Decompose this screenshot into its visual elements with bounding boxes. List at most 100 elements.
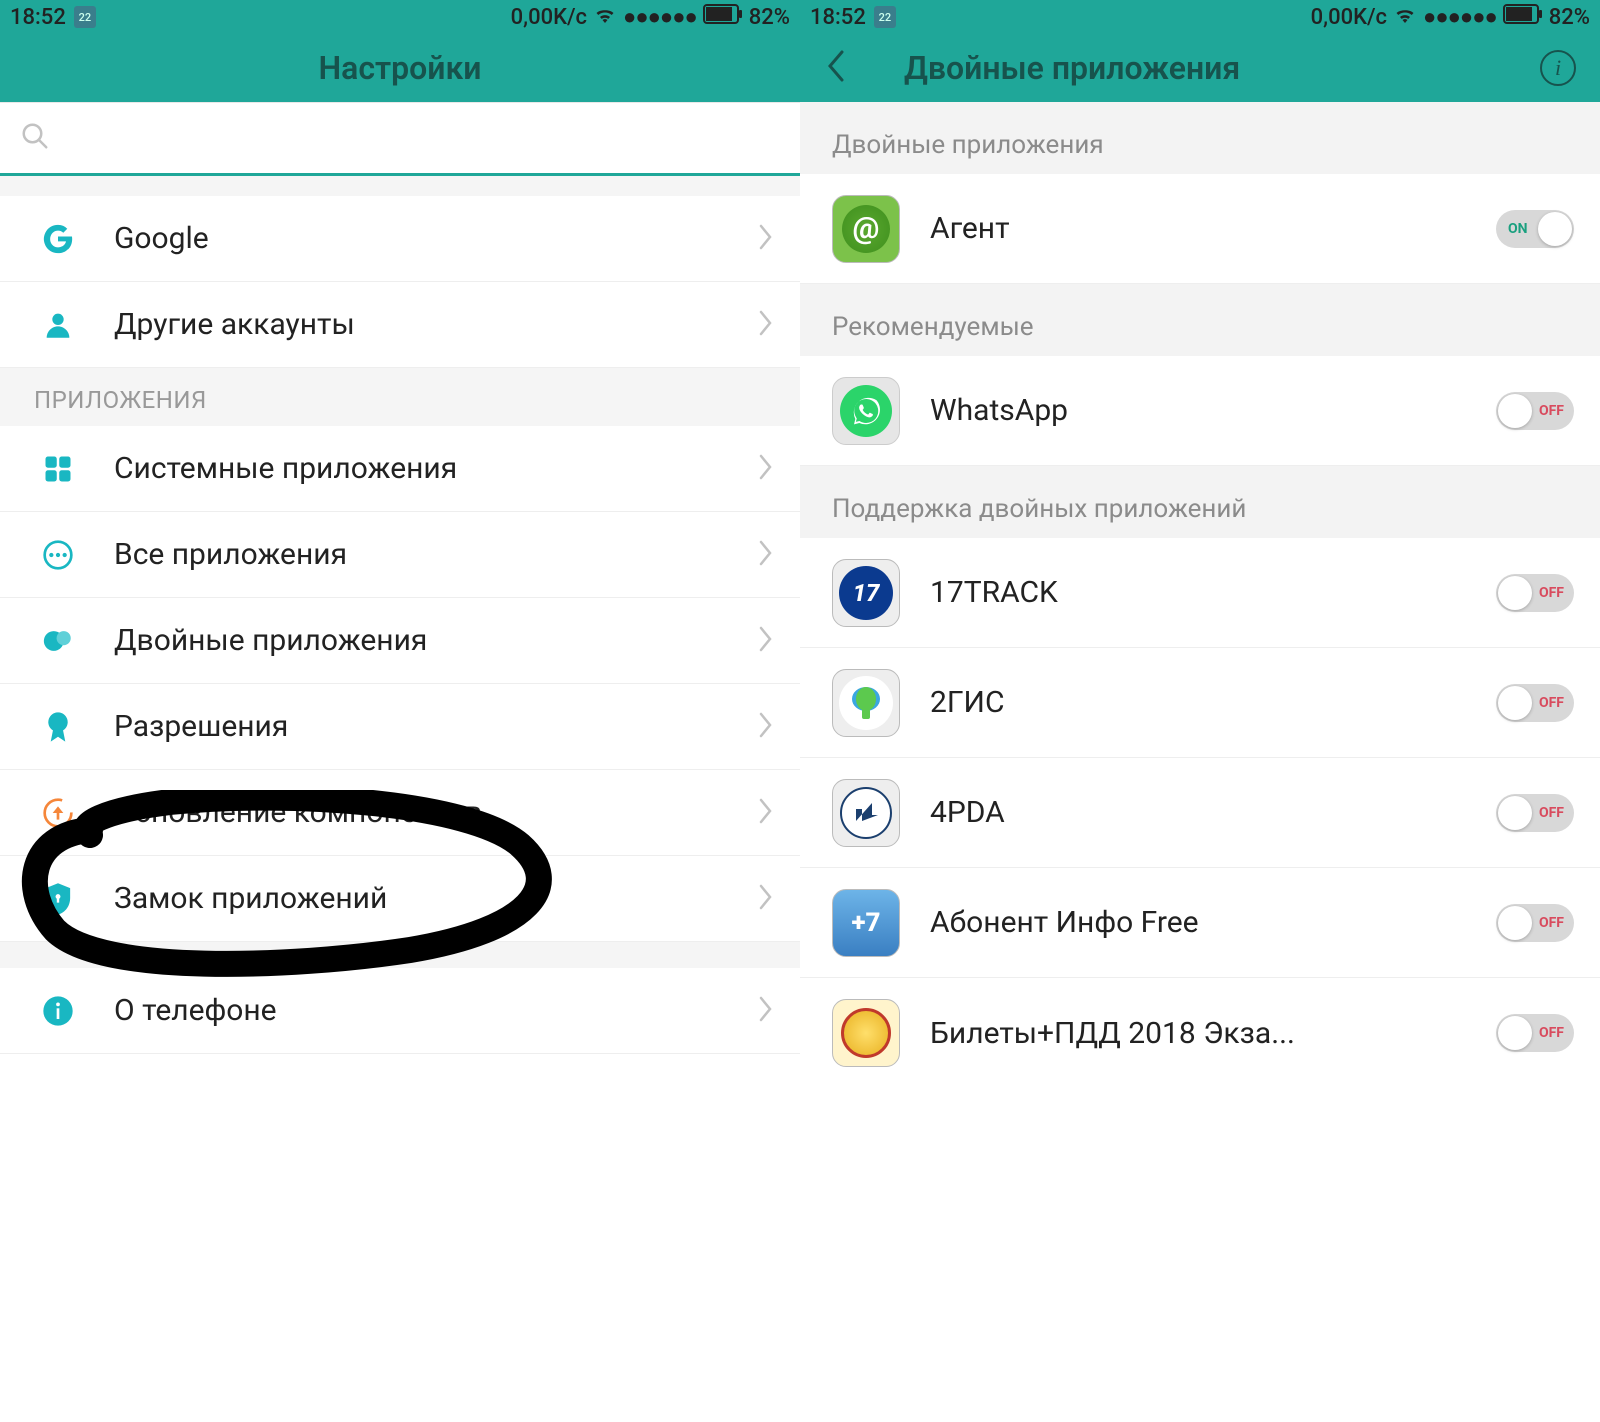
shield-lock-icon	[36, 877, 80, 921]
toggle-knob	[1538, 212, 1572, 246]
calendar-icon: 22	[74, 6, 96, 28]
google-icon	[36, 217, 80, 261]
whatsapp-app-icon	[832, 377, 900, 445]
chevron-right-icon	[758, 995, 774, 1027]
row-label: Обновление компонентов	[114, 795, 758, 830]
section-recommended-label: Рекомендуемые	[800, 284, 1600, 356]
more-circle-icon	[36, 533, 80, 577]
settings-item-about-phone[interactable]: О телефоне	[0, 968, 800, 1054]
info-button[interactable]: i	[1540, 50, 1576, 86]
toggle-knob	[1498, 1016, 1532, 1050]
status-speed: 0,00K/c	[1311, 5, 1387, 30]
app-row-17track: 17 17TRACK OFF	[800, 538, 1600, 648]
status-bar: 18:52 22 0,00K/c ●●●●●● 82%	[0, 0, 800, 34]
chevron-right-icon	[758, 453, 774, 485]
app-label: 17TRACK	[930, 575, 1496, 610]
settings-item-component-update[interactable]: Обновление компонентов	[0, 770, 800, 856]
dual-apps-icon	[36, 619, 80, 663]
app-row-4pda: 4PDA OFF	[800, 758, 1600, 868]
pdd-app-icon	[832, 999, 900, 1067]
divider	[0, 176, 800, 196]
row-label: Google	[114, 221, 758, 256]
toggle-knob	[1498, 394, 1532, 428]
page-title: Двойные приложения	[904, 49, 1240, 87]
battery-icon	[703, 4, 743, 30]
toggle-abonent[interactable]: OFF	[1496, 904, 1574, 942]
status-battery: 82%	[1549, 5, 1590, 30]
app-row-agent: @ Агент ON	[800, 174, 1600, 284]
person-icon	[36, 303, 80, 347]
settings-item-system-apps[interactable]: Системные приложения	[0, 426, 800, 512]
chevron-right-icon	[758, 883, 774, 915]
page-title: Настройки	[319, 49, 482, 87]
row-label: Другие аккаунты	[114, 307, 758, 342]
section-supported-label: Поддержка двойных приложений	[800, 466, 1600, 538]
search-bar[interactable]	[0, 102, 800, 176]
wifi-icon	[593, 4, 617, 30]
toggle-knob	[1498, 906, 1532, 940]
dual-apps-header: Двойные приложения i	[800, 34, 1600, 102]
app-label: Агент	[930, 211, 1496, 246]
app-label: 4PDA	[930, 795, 1496, 830]
row-label: Двойные приложения	[114, 623, 758, 658]
app-label: WhatsApp	[930, 393, 1496, 428]
toggle-17track[interactable]: OFF	[1496, 574, 1574, 612]
signal-dots-icon: ●●●●●●	[623, 4, 697, 30]
4pda-app-icon	[832, 779, 900, 847]
row-label: Все приложения	[114, 537, 758, 572]
settings-item-dual-apps[interactable]: Двойные приложения	[0, 598, 800, 684]
app-label: Абонент Инфо Free	[930, 905, 1496, 940]
badge-icon	[36, 705, 80, 749]
wifi-icon	[1393, 4, 1417, 30]
chevron-right-icon	[758, 797, 774, 829]
2gis-app-icon	[832, 669, 900, 737]
signal-dots-icon: ●●●●●●	[1423, 4, 1497, 30]
row-label: Разрешения	[114, 709, 758, 744]
toggle-pdd[interactable]: OFF	[1496, 1014, 1574, 1052]
toggle-agent[interactable]: ON	[1496, 210, 1574, 248]
toggle-2gis[interactable]: OFF	[1496, 684, 1574, 722]
toggle-knob	[1498, 686, 1532, 720]
abonent-app-icon: +7	[832, 889, 900, 957]
grid-icon	[36, 447, 80, 491]
row-label: О телефоне	[114, 993, 758, 1028]
toggle-knob	[1498, 796, 1532, 830]
status-time: 18:52	[810, 5, 866, 30]
search-input[interactable]	[50, 124, 780, 152]
settings-item-app-lock[interactable]: Замок приложений	[0, 856, 800, 942]
settings-header: Настройки	[0, 34, 800, 102]
row-label: Системные приложения	[114, 451, 758, 486]
back-button[interactable]	[824, 48, 846, 88]
app-row-whatsapp: WhatsApp OFF	[800, 356, 1600, 466]
status-speed: 0,00K/c	[511, 5, 587, 30]
app-row-2gis: 2ГИС OFF	[800, 648, 1600, 758]
toggle-whatsapp[interactable]: OFF	[1496, 392, 1574, 430]
app-row-abonent: +7 Абонент Инфо Free OFF	[800, 868, 1600, 978]
battery-icon	[1503, 4, 1543, 30]
toggle-knob	[1498, 576, 1532, 610]
chevron-right-icon	[758, 625, 774, 657]
app-label: 2ГИС	[930, 685, 1496, 720]
toggle-4pda[interactable]: OFF	[1496, 794, 1574, 832]
chevron-right-icon	[758, 539, 774, 571]
calendar-icon: 22	[874, 6, 896, 28]
settings-item-other-accounts[interactable]: Другие аккаунты	[0, 282, 800, 368]
agent-app-icon: @	[832, 195, 900, 263]
dual-apps-screen: 18:52 22 0,00K/c ●●●●●● 82% Двойные прил…	[800, 0, 1600, 1422]
chevron-right-icon	[758, 223, 774, 255]
info-icon	[36, 989, 80, 1033]
app-label: Билеты+ПДД 2018 Экза...	[930, 1016, 1496, 1051]
settings-item-all-apps[interactable]: Все приложения	[0, 512, 800, 598]
settings-screen: 18:52 22 0,00K/c ●●●●●● 82% Настройки Go…	[0, 0, 800, 1422]
chevron-right-icon	[758, 711, 774, 743]
status-time: 18:52	[10, 5, 66, 30]
17track-app-icon: 17	[832, 559, 900, 627]
update-icon	[36, 791, 80, 835]
section-apps-label: ПРИЛОЖЕНИЯ	[0, 368, 800, 426]
divider	[0, 942, 800, 968]
status-bar: 18:52 22 0,00K/c ●●●●●● 82%	[800, 0, 1600, 34]
settings-item-permissions[interactable]: Разрешения	[0, 684, 800, 770]
settings-item-google[interactable]: Google	[0, 196, 800, 282]
status-battery: 82%	[749, 5, 790, 30]
chevron-right-icon	[758, 309, 774, 341]
